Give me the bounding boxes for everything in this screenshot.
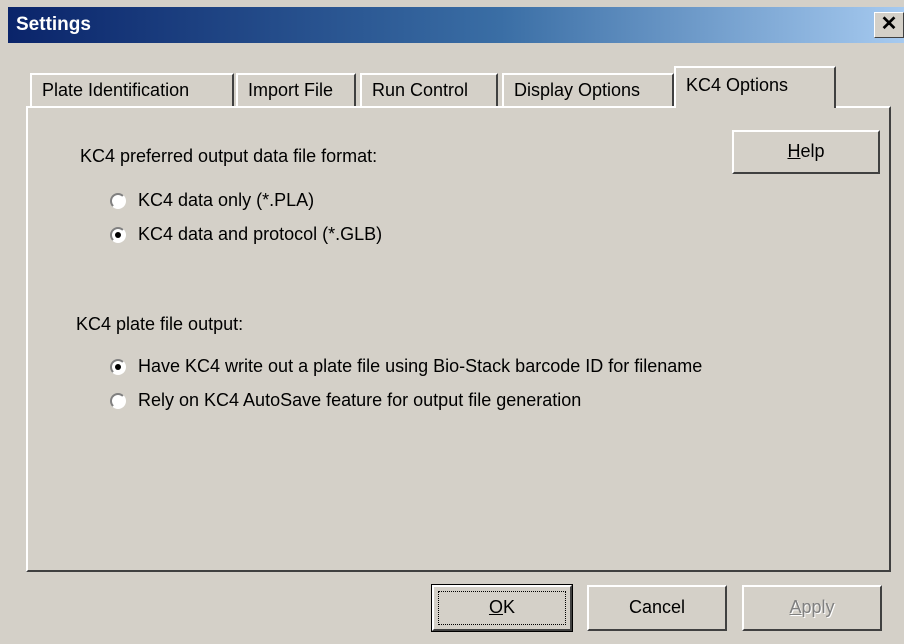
tab-plate-identification[interactable]: Plate Identification (30, 73, 234, 106)
window-title: Settings (16, 14, 91, 35)
help-label-rest: elp (800, 141, 825, 161)
tab-run-control[interactable]: Run Control (360, 73, 498, 106)
close-button[interactable]: ✕ (874, 12, 904, 38)
radio-format-pla[interactable]: KC4 data only (*.PLA) (110, 190, 314, 211)
radio-output-barcode[interactable]: Have KC4 write out a plate file using Bi… (110, 356, 702, 377)
format-group-label: KC4 preferred output data file format: (80, 146, 378, 166)
radio-output-autosave[interactable]: Rely on KC4 AutoSave feature for output … (110, 390, 581, 411)
kc4-options-panel: KC4 preferred output data file format: H… (26, 106, 891, 572)
tab-display-options[interactable]: Display Options (502, 73, 674, 106)
apply-label-rest: pply (801, 597, 835, 617)
focus-rectangle (438, 591, 566, 625)
ok-button[interactable]: OK (431, 584, 573, 632)
tab-kc4-options[interactable]: KC4 Options (674, 66, 836, 108)
tab-import-file[interactable]: Import File (236, 73, 356, 106)
output-group-label: KC4 plate file output: (76, 314, 244, 334)
tab-label: Plate Identification (42, 80, 190, 100)
cancel-button[interactable]: Cancel (587, 585, 727, 631)
tab-label: Display Options (514, 80, 641, 100)
cancel-label: Cancel (628, 597, 686, 617)
tab-label: Run Control (372, 80, 469, 100)
close-icon: ✕ (880, 13, 898, 35)
radio-button[interactable] (110, 392, 126, 409)
radio-label: KC4 data and protocol (*.GLB) (138, 224, 383, 244)
title-bar[interactable]: Settings ✕ (8, 7, 904, 43)
settings-dialog: Settings ✕ Plate Identification Import F… (0, 0, 904, 644)
help-button[interactable]: Help (732, 130, 880, 174)
radio-button[interactable] (110, 226, 126, 243)
radio-label: Have KC4 write out a plate file using Bi… (138, 356, 703, 376)
radio-format-glb[interactable]: KC4 data and protocol (*.GLB) (110, 224, 382, 245)
radio-button[interactable] (110, 192, 126, 209)
help-mnemonic: H (787, 141, 801, 161)
tab-label: Import File (248, 80, 334, 100)
apply-button[interactable]: Apply (742, 585, 882, 631)
tab-label: KC4 Options (686, 75, 789, 95)
radio-label: KC4 data only (*.PLA) (138, 190, 315, 210)
radio-button[interactable] (110, 358, 126, 375)
apply-mnemonic: A (789, 597, 802, 617)
radio-label: Rely on KC4 AutoSave feature for output … (138, 390, 582, 410)
